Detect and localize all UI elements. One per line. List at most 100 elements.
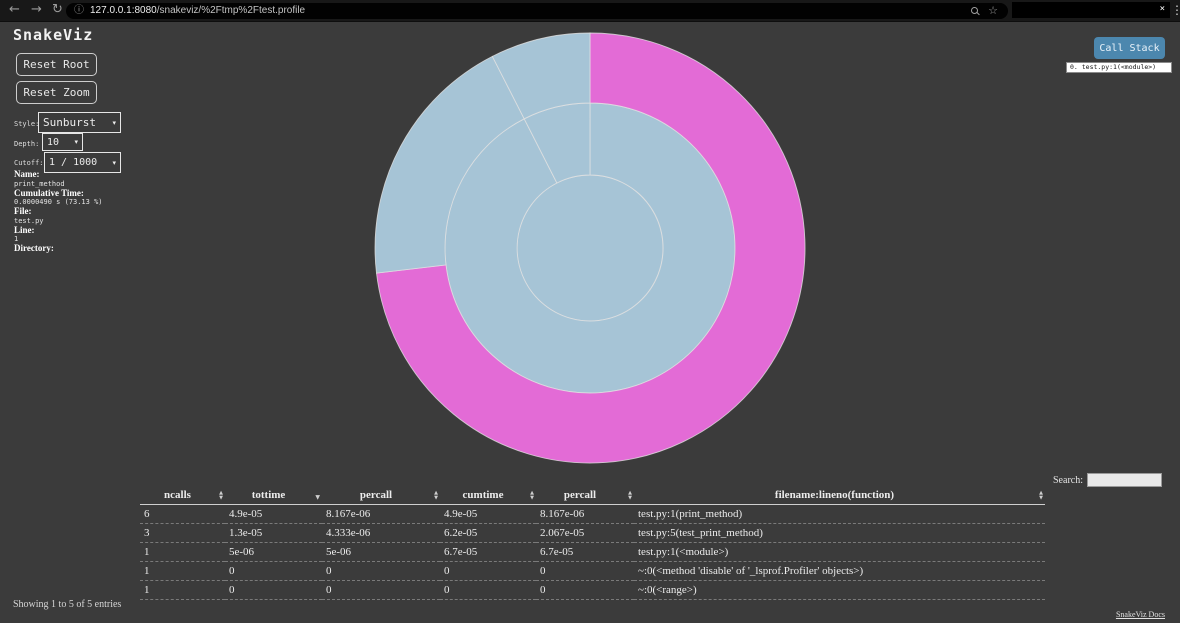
column-header-percall[interactable]: percall ▲▼ [536, 487, 634, 505]
cell-ncalls: 1 [140, 562, 225, 581]
page-info-icon[interactable]: ⓘ [74, 5, 84, 17]
cutoff-label: Cutoff: [14, 159, 44, 167]
cell-filename:lineno(function): ~:0(<method 'disable' of '_lsprof.Profil… [634, 562, 1045, 581]
bookmark-star-icon[interactable]: ☆ [988, 4, 998, 17]
cutoff-select-value: 1 / 1000 [49, 157, 97, 168]
page-title: SnakeViz [13, 26, 93, 44]
url-path: /snakeviz/%2Ftmp%2Ftest.profile [157, 5, 305, 16]
info-name-label: Name: [14, 170, 144, 180]
column-label: ncalls [164, 489, 191, 501]
call-stack-item[interactable]: 0. test.py:1(<module>) [1070, 63, 1156, 71]
column-header-filename:lineno(function)[interactable]: filename:lineno(function) ▲▼ [634, 487, 1045, 505]
screen: ← → ↻ ⓘ 127.0.0.1:8080/snakeviz/%2Ftmp%2… [0, 0, 1180, 623]
column-label: filename:lineno(function) [775, 489, 894, 501]
column-label: tottime [252, 489, 286, 501]
column-label: percall [564, 489, 596, 501]
table-row: 31.3e-054.333e-066.2e-052.067e-05test.py… [140, 524, 1045, 543]
cell-ncalls: 3 [140, 524, 225, 543]
style-select-value: Sunburst [43, 116, 96, 129]
depth-select[interactable]: 10 ▾ [42, 133, 83, 151]
cell-tottime: 1.3e-05 [225, 524, 322, 543]
sort-icon: ▲▼ [530, 491, 534, 501]
cell-cumtime: 6.7e-05 [440, 543, 536, 562]
info-file-label: File: [14, 207, 144, 217]
cell-percall: 5e-06 [322, 543, 440, 562]
cell-cumtime: 0 [440, 562, 536, 581]
cell-percall: 8.167e-06 [322, 505, 440, 524]
search-input[interactable] [1087, 473, 1162, 487]
sort-icon: ▲▼ [628, 491, 632, 501]
docs-link[interactable]: SnakeViz Docs [1116, 610, 1165, 619]
sunburst-root[interactable] [517, 175, 663, 321]
depth-label: Depth: [14, 140, 39, 148]
cell-percall: 0 [322, 581, 440, 600]
url-text: 127.0.0.1:8080/snakeviz/%2Ftmp%2Ftest.pr… [90, 6, 305, 16]
call-stack-list: 0. test.py:1(<module>) [1066, 62, 1172, 73]
sunburst-chart [373, 31, 807, 465]
browser-toolbar: ← → ↻ ⓘ 127.0.0.1:8080/snakeviz/%2Ftmp%2… [0, 0, 1180, 22]
table-row: 10000~:0(<method 'disable' of '_lsprof.P… [140, 562, 1045, 581]
table-header-row: ncalls▲▼tottime▼percall▲▼cumtime▲▼percal… [140, 487, 1045, 505]
sort-icon: ▲▼ [219, 491, 223, 501]
address-bar[interactable]: ⓘ 127.0.0.1:8080/snakeviz/%2Ftmp%2Ftest.… [66, 3, 1008, 19]
info-line-label: Line: [14, 226, 144, 236]
stats-table-wrap: ncalls▲▼tottime▼percall▲▼cumtime▲▼percal… [140, 487, 1045, 600]
sort-icon: ▲▼ [1039, 491, 1043, 501]
cell-percall: 2.067e-05 [536, 524, 634, 543]
cell-filename:lineno(function): ~:0(<range>) [634, 581, 1045, 600]
cell-ncalls: 1 [140, 581, 225, 600]
sort-icon: ▼ [315, 495, 320, 500]
chevron-down-icon: ▾ [74, 138, 78, 146]
style-label: Style: [14, 120, 39, 128]
depth-select-value: 10 [47, 137, 59, 148]
table-row: 10000~:0(<range>) [140, 581, 1045, 600]
column-header-ncalls[interactable]: ncalls ▲▼ [140, 487, 225, 505]
menu-kebab-icon[interactable]: ⋮ [1171, 3, 1180, 17]
table-row: 64.9e-058.167e-064.9e-058.167e-06test.py… [140, 505, 1045, 524]
cell-percall: 8.167e-06 [536, 505, 634, 524]
info-cumtime-label: Cumulative Time: [14, 189, 144, 199]
cell-filename:lineno(function): test.py:5(test_print_method) [634, 524, 1045, 543]
cell-filename:lineno(function): test.py:1(<module>) [634, 543, 1045, 562]
stats-table: ncalls▲▼tottime▼percall▲▼cumtime▲▼percal… [140, 487, 1045, 600]
column-label: percall [360, 489, 392, 501]
column-label: cumtime [463, 489, 504, 501]
reset-root-button[interactable]: Reset Root [16, 53, 97, 76]
cell-cumtime: 0 [440, 581, 536, 600]
cell-tottime: 5e-06 [225, 543, 322, 562]
cell-ncalls: 1 [140, 543, 225, 562]
cell-percall: 0 [536, 562, 634, 581]
search-label: Search: [1053, 475, 1083, 486]
info-cumtime-value: 0.0000490 s (73.13 %) [14, 198, 144, 207]
column-header-tottime[interactable]: tottime ▼ [225, 487, 322, 505]
back-icon[interactable]: ← [9, 2, 20, 17]
browser-overlay-box: × [1012, 2, 1170, 18]
sort-icon: ▲▼ [434, 491, 438, 501]
chevron-down-icon: ▾ [112, 159, 116, 167]
close-icon[interactable]: × [1160, 4, 1165, 15]
reload-icon[interactable]: ↻ [52, 2, 63, 17]
chevron-down-icon: ▾ [112, 119, 116, 127]
search-icon[interactable] [971, 7, 978, 14]
cell-ncalls: 6 [140, 505, 225, 524]
table-row: 15e-065e-066.7e-056.7e-05test.py:1(<modu… [140, 543, 1045, 562]
cell-cumtime: 4.9e-05 [440, 505, 536, 524]
table-summary: Showing 1 to 5 of 5 entries [13, 599, 121, 610]
style-select[interactable]: Sunburst ▾ [38, 112, 121, 133]
cell-percall: 0 [536, 581, 634, 600]
column-header-cumtime[interactable]: cumtime ▲▼ [440, 487, 536, 505]
call-stack-button[interactable]: Call Stack [1094, 37, 1165, 59]
reset-zoom-button[interactable]: Reset Zoom [16, 81, 97, 104]
column-header-percall[interactable]: percall ▲▼ [322, 487, 440, 505]
cell-filename:lineno(function): test.py:1(print_method) [634, 505, 1045, 524]
cell-percall: 6.7e-05 [536, 543, 634, 562]
cell-percall: 4.333e-06 [322, 524, 440, 543]
cell-tottime: 4.9e-05 [225, 505, 322, 524]
info-directory-label: Directory: [14, 244, 144, 254]
cell-tottime: 0 [225, 581, 322, 600]
cell-tottime: 0 [225, 562, 322, 581]
selection-info-panel: Name: print_method Cumulative Time: 0.00… [14, 170, 144, 254]
forward-icon[interactable]: → [31, 2, 42, 17]
cell-percall: 0 [322, 562, 440, 581]
url-host: 127.0.0.1:8080 [90, 5, 157, 16]
